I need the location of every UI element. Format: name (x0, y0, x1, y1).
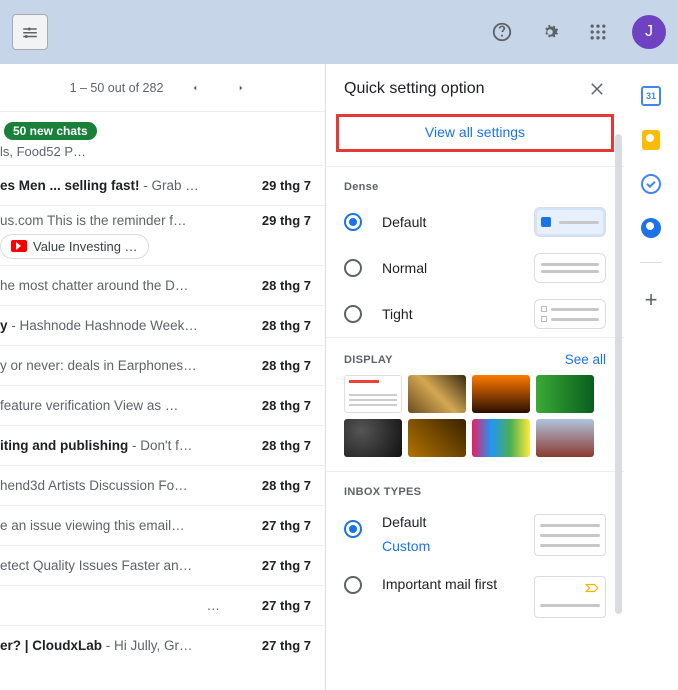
help-icon (491, 21, 513, 43)
mail-row[interactable]: feature verification View as …28 thg 7 (0, 385, 325, 425)
see-all-themes-link[interactable]: See all (565, 352, 606, 367)
mail-row[interactable]: iting and publishing - Don't f…28 thg 7 (0, 425, 325, 465)
tasks-app-icon[interactable] (641, 174, 661, 194)
mail-list: 1 – 50 out of 282 50 new chats ls, Food5… (0, 64, 325, 690)
chevron-right-icon (236, 83, 246, 93)
scrollbar[interactable] (615, 134, 622, 614)
mail-row[interactable]: e an issue viewing this email…27 thg 7 (0, 505, 325, 545)
theme-option[interactable] (536, 375, 594, 413)
close-icon (588, 80, 606, 98)
calendar-app-icon[interactable] (641, 86, 661, 106)
prev-page-button[interactable] (181, 74, 209, 102)
custom-link[interactable]: Custom (382, 538, 514, 554)
chevron-left-icon (190, 83, 200, 93)
radio-icon (344, 305, 362, 323)
contacts-app-icon[interactable] (641, 218, 661, 238)
avatar[interactable]: J (632, 15, 666, 49)
radio-icon (344, 259, 362, 277)
inbox-types-label: INBOX TYPES (326, 472, 624, 504)
theme-option[interactable] (344, 375, 402, 413)
theme-option[interactable] (408, 375, 466, 413)
youtube-icon (11, 240, 27, 252)
radio-checked-icon (344, 213, 362, 231)
mail-first-sub: ls, Food52 P… (0, 144, 315, 159)
sidebar-divider (640, 262, 662, 263)
theme-option[interactable] (536, 419, 594, 457)
important-icon (585, 583, 599, 593)
density-section-label: Dense (326, 167, 624, 199)
mail-row[interactable]: y - Hashnode Hashnode Week…28 thg 7 (0, 305, 325, 345)
mail-row[interactable]: he most chatter around the D…28 thg 7 (0, 265, 325, 305)
density-preview (534, 253, 606, 283)
tune-button[interactable] (12, 14, 48, 50)
right-sidebar: + (624, 64, 678, 690)
mail-row[interactable]: hend3d Artists Discussion Fo…28 thg 7 (0, 465, 325, 505)
pagination-text: 1 – 50 out of 282 (70, 81, 164, 95)
new-chats-badge: 50 new chats (4, 122, 97, 140)
keep-app-icon[interactable] (642, 130, 660, 150)
density-preview (534, 299, 606, 329)
density-option-default[interactable]: Default (326, 199, 624, 245)
tune-icon (21, 23, 39, 41)
mail-row[interactable]: er? | CloudxLab - Hi Jully, Gr…27 thg 7 (0, 625, 325, 665)
theme-grid (326, 375, 624, 471)
apps-button[interactable] (578, 12, 618, 52)
display-section-label: DISPLAY (344, 354, 393, 366)
theme-option[interactable] (472, 419, 530, 457)
mail-first-row[interactable]: 50 new chats ls, Food52 P… (0, 112, 325, 165)
mail-row[interactable]: …27 thg 7 (0, 585, 325, 625)
mail-row[interactable]: es Men ... selling fast! - Grab … 29 thg… (0, 165, 325, 205)
settings-button[interactable] (530, 12, 570, 52)
view-all-settings-link[interactable]: View all settings (425, 124, 525, 140)
close-button[interactable] (588, 80, 606, 98)
density-preview (534, 207, 606, 237)
gear-icon (539, 21, 561, 43)
quick-settings-panel: Quick setting option View all settings D… (325, 64, 624, 690)
apps-icon (588, 22, 608, 42)
attachment-chip[interactable]: Value Investing … (0, 234, 149, 259)
view-all-settings-highlight: View all settings (336, 114, 614, 152)
theme-option[interactable] (472, 375, 530, 413)
add-addon-button[interactable]: + (645, 287, 658, 313)
inbox-preview (534, 514, 606, 556)
mail-row[interactable]: y or never: deals in Earphones…28 thg 7 (0, 345, 325, 385)
mail-row[interactable]: us.com This is the reminder f… 29 thg 7 … (0, 205, 325, 265)
next-page-button[interactable] (227, 74, 255, 102)
inbox-type-important[interactable]: Important mail first (326, 566, 624, 628)
help-button[interactable] (482, 12, 522, 52)
theme-option[interactable] (408, 419, 466, 457)
density-option-normal[interactable]: Normal (326, 245, 624, 291)
theme-option[interactable] (344, 419, 402, 457)
top-bar: J (0, 0, 678, 64)
density-option-tight[interactable]: Tight (326, 291, 624, 337)
panel-title: Quick setting option (344, 80, 485, 98)
radio-icon (344, 576, 362, 594)
inbox-type-default[interactable]: Default Custom (326, 504, 624, 566)
inbox-preview (534, 576, 606, 618)
mail-pagination-bar: 1 – 50 out of 282 (0, 64, 325, 112)
mail-row[interactable]: etect Quality Issues Faster an…27 thg 7 (0, 545, 325, 585)
radio-checked-icon (344, 520, 362, 538)
